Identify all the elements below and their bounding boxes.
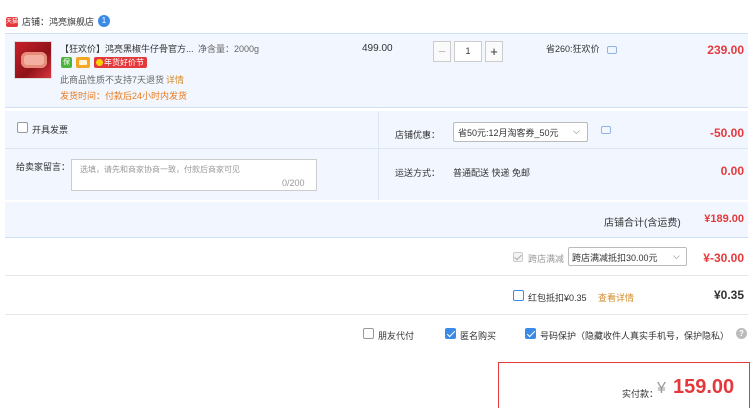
- shipping-method-label: 运送方式：: [395, 168, 441, 178]
- friend-pay-checkbox[interactable]: [363, 328, 374, 339]
- shop-subtotal-label: 店铺合计(含运费): [604, 218, 681, 229]
- shop-subtotal-value: ¥189.00: [704, 213, 744, 225]
- red-packet-details-link[interactable]: 查看详情: [598, 291, 634, 304]
- cross-store-discount-checkbox[interactable]: [513, 252, 523, 262]
- payment-currency: ¥: [657, 380, 666, 397]
- unit-price: 499.00: [362, 43, 393, 54]
- comment-icon[interactable]: [601, 126, 611, 134]
- festival-badge-text: 年货好价节: [104, 58, 144, 67]
- red-packet-checkbox[interactable]: [513, 290, 524, 301]
- product-spec: 净含量：2000g: [198, 44, 260, 54]
- quantity-stepper: − 1 +: [433, 41, 505, 62]
- divider: [378, 111, 379, 200]
- anonymous-purchase-checkbox[interactable]: [445, 328, 456, 339]
- chevron-down-icon[interactable]: ⌵: [573, 126, 580, 137]
- anonymous-purchase-label[interactable]: 匿名购买: [460, 329, 496, 342]
- return-policy-details-link[interactable]: 详情: [166, 74, 184, 86]
- seller-message-char-count: 0/200: [282, 178, 305, 188]
- invoice-label[interactable]: 开具发票: [32, 123, 68, 136]
- shop-coupon-label: 店铺优惠：: [395, 130, 441, 140]
- cross-store-discount-selected-value[interactable]: 跨店满减抵扣30.00元: [572, 251, 658, 264]
- shipping-method-value: 普通配送 快递 免邮: [453, 168, 531, 178]
- friend-pay-label[interactable]: 朋友代付: [378, 329, 414, 342]
- seller-message-placeholder: 选填，请先和商家协商一致，付款后商家可见: [80, 165, 240, 174]
- delivery-time: 发货时间：付款后24小时内发货: [60, 91, 188, 101]
- shop-header: [0, 0, 752, 33]
- quantity-decrease-button[interactable]: −: [433, 41, 451, 62]
- divider: [5, 148, 748, 149]
- shipping-fee: 0.00: [720, 164, 744, 178]
- cross-store-discount-label: 跨店满减: [528, 254, 565, 264]
- card-badge-icon: [76, 57, 90, 68]
- help-icon[interactable]: ?: [736, 328, 747, 339]
- shop-name[interactable]: 店铺：鸿亮旗舰店: [22, 16, 94, 28]
- number-privacy-label[interactable]: 号码保护（隐藏收件人真实手机号，保护隐私）: [540, 329, 729, 342]
- item-saving: 省260:狂欢价: [546, 44, 600, 54]
- number-privacy-checkbox[interactable]: [525, 328, 536, 339]
- product-thumbnail[interactable]: [14, 41, 52, 79]
- chevron-down-icon[interactable]: ⌵: [673, 251, 680, 262]
- guarantee-badge-icon: 保: [61, 57, 72, 68]
- payment-amount: 159.00: [673, 376, 735, 398]
- invoice-checkbox[interactable]: [17, 122, 28, 133]
- red-packet-amount: ¥0.35: [713, 288, 744, 302]
- divider: [5, 314, 748, 315]
- return-policy-note: 此商品性质不支持7天退货: [60, 75, 165, 85]
- shop-coupon-amount: -50.00: [709, 126, 744, 140]
- quantity-increase-button[interactable]: +: [485, 41, 503, 62]
- red-packet-label[interactable]: 红包抵扣¥0.35: [528, 291, 587, 304]
- shop-coupon-selected-value[interactable]: 省50元:12月淘客券_50元: [458, 126, 559, 139]
- seller-message-label: 给卖家留言：: [16, 162, 71, 172]
- festival-badge: 年货好价节: [94, 57, 147, 68]
- tmall-shop-icon: 天猫: [6, 17, 19, 27]
- item-total-price: 239.00: [707, 43, 744, 57]
- comment-icon[interactable]: [607, 46, 617, 54]
- quantity-input[interactable]: 1: [454, 41, 482, 62]
- divider: [5, 275, 748, 276]
- cross-store-discount-amount: ¥-30.00: [703, 251, 744, 265]
- chat-icon[interactable]: 1: [98, 15, 110, 27]
- payment-label: 实付款：: [622, 389, 659, 399]
